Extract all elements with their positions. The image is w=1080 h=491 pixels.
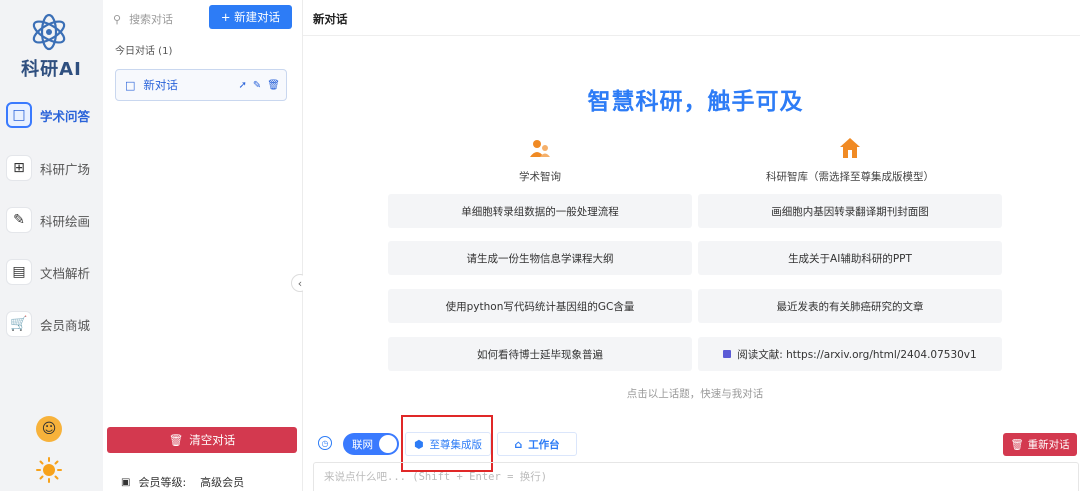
chat-icon: □: [125, 78, 136, 92]
member-icon: ▣: [121, 476, 131, 488]
paint-icon: ✎: [6, 207, 32, 233]
trash-icon: 🗑: [1010, 439, 1024, 451]
edit-icon[interactable]: ✎: [253, 80, 261, 91]
hero-title: 智慧科研，触手可及: [587, 89, 804, 115]
conversation-title: 新对话: [143, 78, 178, 92]
left-rail: 科研AI □ 学术问答 ⊞ 科研广场 ✎ 科研绘画 ▤ 文档解析 🛒 会员商城 …: [0, 0, 103, 491]
restart-conversation-button[interactable]: 🗑 重新对话: [1003, 433, 1077, 456]
prompt-card[interactable]: 生成关于AI辅助科研的PPT: [698, 241, 1002, 275]
delete-icon[interactable]: 🗑: [267, 80, 280, 91]
column-research-library: 科研智库（需选择至尊集成版模型）: [698, 137, 1002, 184]
workspace-label: 工作台: [528, 438, 560, 451]
app-root: 科研AI □ 学术问答 ⊞ 科研广场 ✎ 科研绘画 ▤ 文档解析 🛒 会员商城 …: [0, 0, 1080, 491]
nav-item-member-shop[interactable]: 🛒 会员商城: [6, 307, 98, 341]
home-icon: ⌂: [514, 437, 523, 451]
search-icon: ⚲: [113, 12, 122, 26]
message-input[interactable]: 来说点什么吧... (Shift + Enter = 换行): [313, 462, 1079, 491]
member-level: ▣ 会员等级: 高级会员: [121, 474, 244, 490]
grid-icon: ⊞: [6, 155, 32, 181]
prompt-text: 阅读文献: https://arxiv.org/html/2404.07530v…: [737, 348, 977, 361]
new-chat-button[interactable]: + 新建对话: [209, 5, 292, 29]
conversation-item[interactable]: □ 新对话 ➚ ✎ 🗑: [115, 69, 287, 101]
nav-item-academic-qa[interactable]: □ 学术问答: [6, 98, 98, 132]
cart-icon: 🛒: [6, 311, 32, 337]
chat-bubble-icon: □: [6, 102, 32, 128]
brand-name: 科研AI: [21, 59, 82, 80]
history-icon[interactable]: ◷: [318, 436, 332, 450]
input-placeholder: 来说点什么吧... (Shift + Enter = 换行): [324, 471, 548, 483]
member-level-value: 高级会员: [200, 476, 245, 489]
hint-text: 点击以上话题，快速与我对话: [626, 388, 764, 400]
prompt-card[interactable]: 单细胞转录组数据的一般处理流程: [388, 194, 692, 228]
nav-item-doc-parse[interactable]: ▤ 文档解析: [6, 255, 98, 289]
paper-icon: [723, 350, 732, 358]
toggle-knob: [379, 435, 397, 453]
document-icon: ▤: [6, 259, 32, 285]
people-icon: [530, 140, 550, 157]
member-level-label: 会员等级:: [138, 476, 187, 489]
nav-label: 科研绘画: [40, 213, 91, 229]
nav-label: 文档解析: [40, 265, 91, 281]
pin-icon[interactable]: ➚: [239, 80, 247, 91]
prompt-card[interactable]: 使用python写代码统计基因组的GC含量: [388, 289, 692, 323]
prompt-card[interactable]: 画细胞内基因转录翻译期刊封面图: [698, 194, 1002, 228]
header: 新对话: [303, 0, 1080, 36]
home-icon: [840, 138, 860, 158]
search-input[interactable]: ⚲ 搜索对话: [113, 9, 203, 29]
prompt-card[interactable]: 如何看待博士延毕现象普遍: [388, 337, 692, 371]
today-group-title: 今日对话 (1): [115, 46, 173, 57]
web-search-toggle[interactable]: 联网: [343, 433, 399, 455]
column-label: 学术智询: [519, 171, 561, 183]
nav-item-research-square[interactable]: ⊞ 科研广场: [6, 151, 98, 185]
prompt-card[interactable]: 阅读文献: https://arxiv.org/html/2404.07530v…: [698, 337, 1002, 371]
logo-icon: [32, 13, 66, 51]
nav-item-research-drawing[interactable]: ✎ 科研绘画: [6, 203, 98, 237]
nav-label: 科研广场: [40, 161, 91, 177]
nav-label: 学术问答: [40, 108, 91, 124]
nav-label: 会员商城: [40, 317, 91, 333]
clear-conversations-button[interactable]: 🗑 清空对话: [107, 427, 297, 453]
column-academic-query: 学术智询: [388, 137, 692, 184]
toggle-label: 联网: [352, 438, 373, 451]
trash-icon: 🗑: [168, 433, 184, 447]
restart-label: 重新对话: [1027, 439, 1070, 451]
prompt-card[interactable]: 最近发表的有关肺癌研究的文章: [698, 289, 1002, 323]
avatar[interactable]: ☺: [36, 416, 62, 442]
workspace-button[interactable]: ⌂ 工作台: [497, 432, 577, 456]
page-title: 新对话: [313, 12, 348, 26]
search-placeholder: 搜索对话: [129, 13, 174, 26]
sun-icon[interactable]: [35, 456, 63, 484]
prompt-card[interactable]: 请生成一份生物信息学课程大纲: [388, 241, 692, 275]
clear-label: 清空对话: [189, 433, 236, 447]
column-label: 科研智库（需选择至尊集成版模型）: [766, 171, 934, 183]
